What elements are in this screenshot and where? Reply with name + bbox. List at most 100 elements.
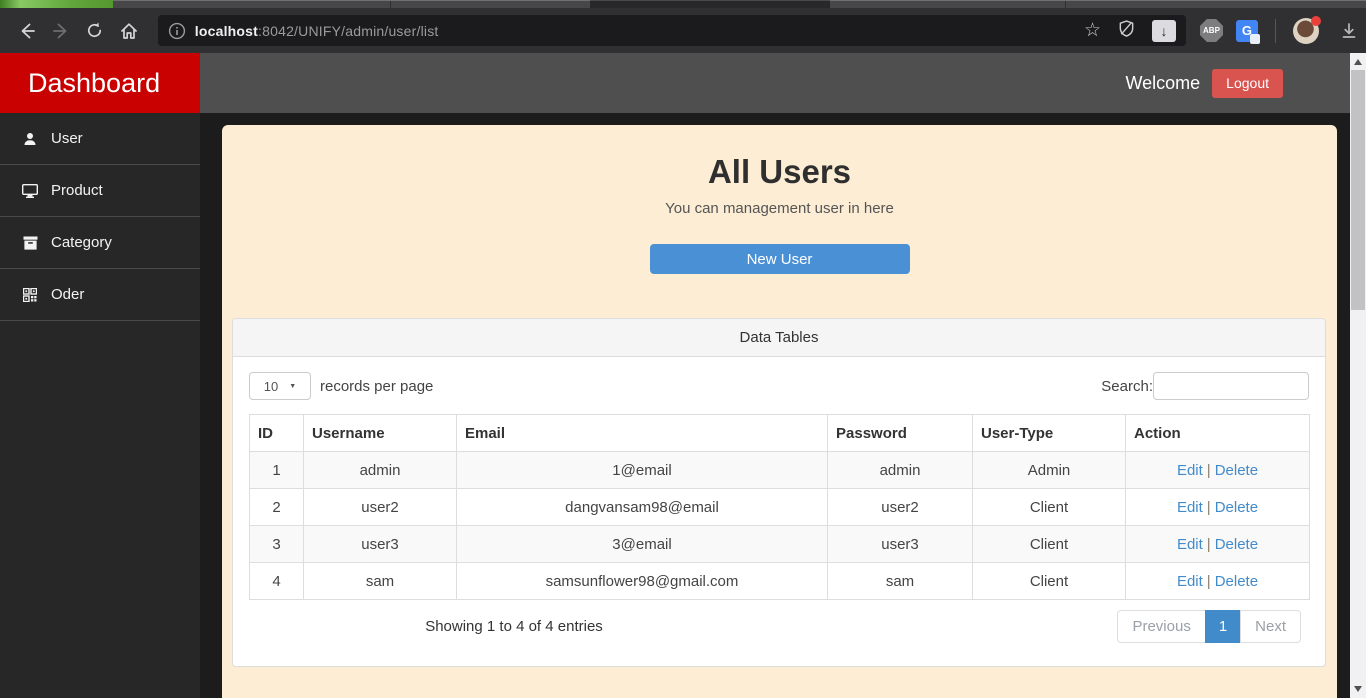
cell-email: samsunflower98@gmail.com <box>456 562 828 600</box>
page-subtitle: You can management user in here <box>665 200 894 217</box>
delete-link[interactable]: Delete <box>1215 573 1258 590</box>
action-separator: | <box>1206 461 1211 479</box>
page-panel: All Users You can management user in her… <box>222 125 1337 698</box>
address-bar[interactable]: localhost:8042/UNIFY/admin/user/list ☆ ↓ <box>157 15 1186 46</box>
page-scrollbar[interactable] <box>1350 53 1366 698</box>
user-icon <box>22 132 38 146</box>
cell-username: sam <box>303 562 457 600</box>
pagination-previous[interactable]: Previous <box>1117 610 1206 643</box>
cell-usertype: Client <box>972 525 1126 563</box>
sidebar-item-user[interactable]: User <box>0 113 200 164</box>
tab-divider <box>1065 1 1066 8</box>
url-path: :8042/UNIFY/admin/user/list <box>258 22 439 39</box>
forward-icon <box>51 21 71 41</box>
tracking-shield-icon[interactable] <box>1117 19 1136 43</box>
cell-usertype: Admin <box>972 451 1126 489</box>
sidebar-item-category[interactable]: Category <box>0 217 200 268</box>
edit-link[interactable]: Edit <box>1177 499 1203 516</box>
table-row: 1 admin 1@email admin Admin Edit | Delete <box>249 451 1310 489</box>
active-tab-top <box>590 0 830 8</box>
cell-username: admin <box>303 451 457 489</box>
cell-usertype: Client <box>972 562 1126 600</box>
column-header-username[interactable]: Username <box>303 414 457 452</box>
column-header-usertype[interactable]: User-Type <box>972 414 1126 452</box>
tab-divider <box>390 1 391 8</box>
cell-id: 1 <box>249 451 304 489</box>
column-header-action[interactable]: Action <box>1125 414 1310 452</box>
welcome-text: Welcome <box>1125 72 1201 93</box>
logout-button[interactable]: Logout <box>1212 68 1283 98</box>
sidebar: User Product Category Oder <box>0 113 200 698</box>
forward-button[interactable] <box>44 14 78 48</box>
edit-link[interactable]: Edit <box>1177 573 1203 590</box>
cell-username: user3 <box>303 525 457 563</box>
table-controls: 10 ▼ records per page Search: <box>249 372 1309 400</box>
home-button[interactable] <box>112 14 146 48</box>
cell-action: Edit | Delete <box>1125 488 1310 526</box>
reload-icon <box>85 21 104 40</box>
data-tables-panel: Data Tables 10 ▼ records per page Search… <box>232 318 1326 667</box>
download-badge-icon[interactable]: ↓ <box>1151 19 1176 42</box>
cell-id: 3 <box>249 525 304 563</box>
action-separator: | <box>1206 572 1211 590</box>
column-header-email[interactable]: Email <box>456 414 828 452</box>
delete-link[interactable]: Delete <box>1215 536 1258 553</box>
column-header-id[interactable]: ID <box>249 414 304 452</box>
archive-icon <box>22 236 38 250</box>
brand-logo[interactable]: Dashboard <box>0 53 200 113</box>
sidebar-item-product[interactable]: Product <box>0 165 200 216</box>
records-per-page-select[interactable]: 10 ▼ <box>249 372 311 400</box>
records-per-page-label: records per page <box>320 377 434 395</box>
downloads-button[interactable] <box>1332 14 1366 48</box>
edit-link[interactable]: Edit <box>1177 462 1203 479</box>
translate-extension-icon[interactable]: G <box>1235 19 1260 44</box>
cell-id: 4 <box>249 562 304 600</box>
new-user-button[interactable]: New User <box>649 244 910 274</box>
pagination-page-1[interactable]: 1 <box>1204 610 1242 643</box>
cell-action: Edit | Delete <box>1125 562 1310 600</box>
table-row: 3 user3 3@email user3 Client Edit | Delete <box>249 525 1310 563</box>
bookmark-star-icon[interactable]: ☆ <box>1084 21 1101 40</box>
scrollbar-up-arrow[interactable] <box>1354 59 1362 65</box>
pagination-next[interactable]: Next <box>1240 610 1301 643</box>
pagination: Previous 1 Next <box>1117 610 1301 643</box>
cell-password: sam <box>827 562 973 600</box>
delete-link[interactable]: Delete <box>1215 462 1258 479</box>
notification-dot <box>1310 15 1321 26</box>
url-host: localhost <box>194 22 259 39</box>
table-info: Showing 1 to 4 of 4 entries <box>425 618 603 635</box>
sidebar-item-label: Oder <box>51 286 85 303</box>
adblock-abp-icon[interactable]: ABP <box>1199 19 1223 42</box>
search-label: Search: <box>1101 377 1153 395</box>
cell-username: user2 <box>303 488 457 526</box>
reload-button[interactable] <box>78 14 112 48</box>
scrollbar-thumb[interactable] <box>1351 70 1365 310</box>
app-header-bar: Welcome Logout <box>200 53 1350 113</box>
cell-password: admin <box>827 451 973 489</box>
cell-id: 2 <box>249 488 304 526</box>
cell-action: Edit | Delete <box>1125 525 1310 563</box>
edit-link[interactable]: Edit <box>1177 536 1203 553</box>
extension-cluster: ABP G <box>1199 14 1366 48</box>
page-title: All Users <box>707 153 852 190</box>
action-separator: | <box>1206 535 1211 553</box>
sidebar-item-oder[interactable]: Oder <box>0 269 200 320</box>
search-input[interactable] <box>1153 372 1309 400</box>
url-text[interactable]: localhost:8042/UNIFY/admin/user/list <box>195 23 439 39</box>
sidebar-item-label: Category <box>51 234 112 251</box>
cell-email: 3@email <box>456 525 828 563</box>
site-info-icon[interactable] <box>168 22 186 40</box>
profile-avatar[interactable] <box>1292 15 1321 44</box>
column-header-password[interactable]: Password <box>827 414 973 452</box>
browser-tab-strip[interactable] <box>0 0 1366 8</box>
cell-email: dangvansam98@email <box>456 488 828 526</box>
delete-link[interactable]: Delete <box>1215 499 1258 516</box>
back-button[interactable] <box>10 14 44 48</box>
table-footer: Showing 1 to 4 of 4 entries Previous 1 N… <box>249 610 1309 643</box>
users-table: ID Username Email Password User-Type Act… <box>249 414 1310 600</box>
table-row: 2 user2 dangvansam98@email user2 Client … <box>249 488 1310 526</box>
cell-email: 1@email <box>456 451 828 489</box>
panel-body: 10 ▼ records per page Search: ID Usernam… <box>233 357 1325 643</box>
panel-header-title: Data Tables <box>233 319 1325 357</box>
scrollbar-down-arrow[interactable] <box>1354 686 1362 692</box>
